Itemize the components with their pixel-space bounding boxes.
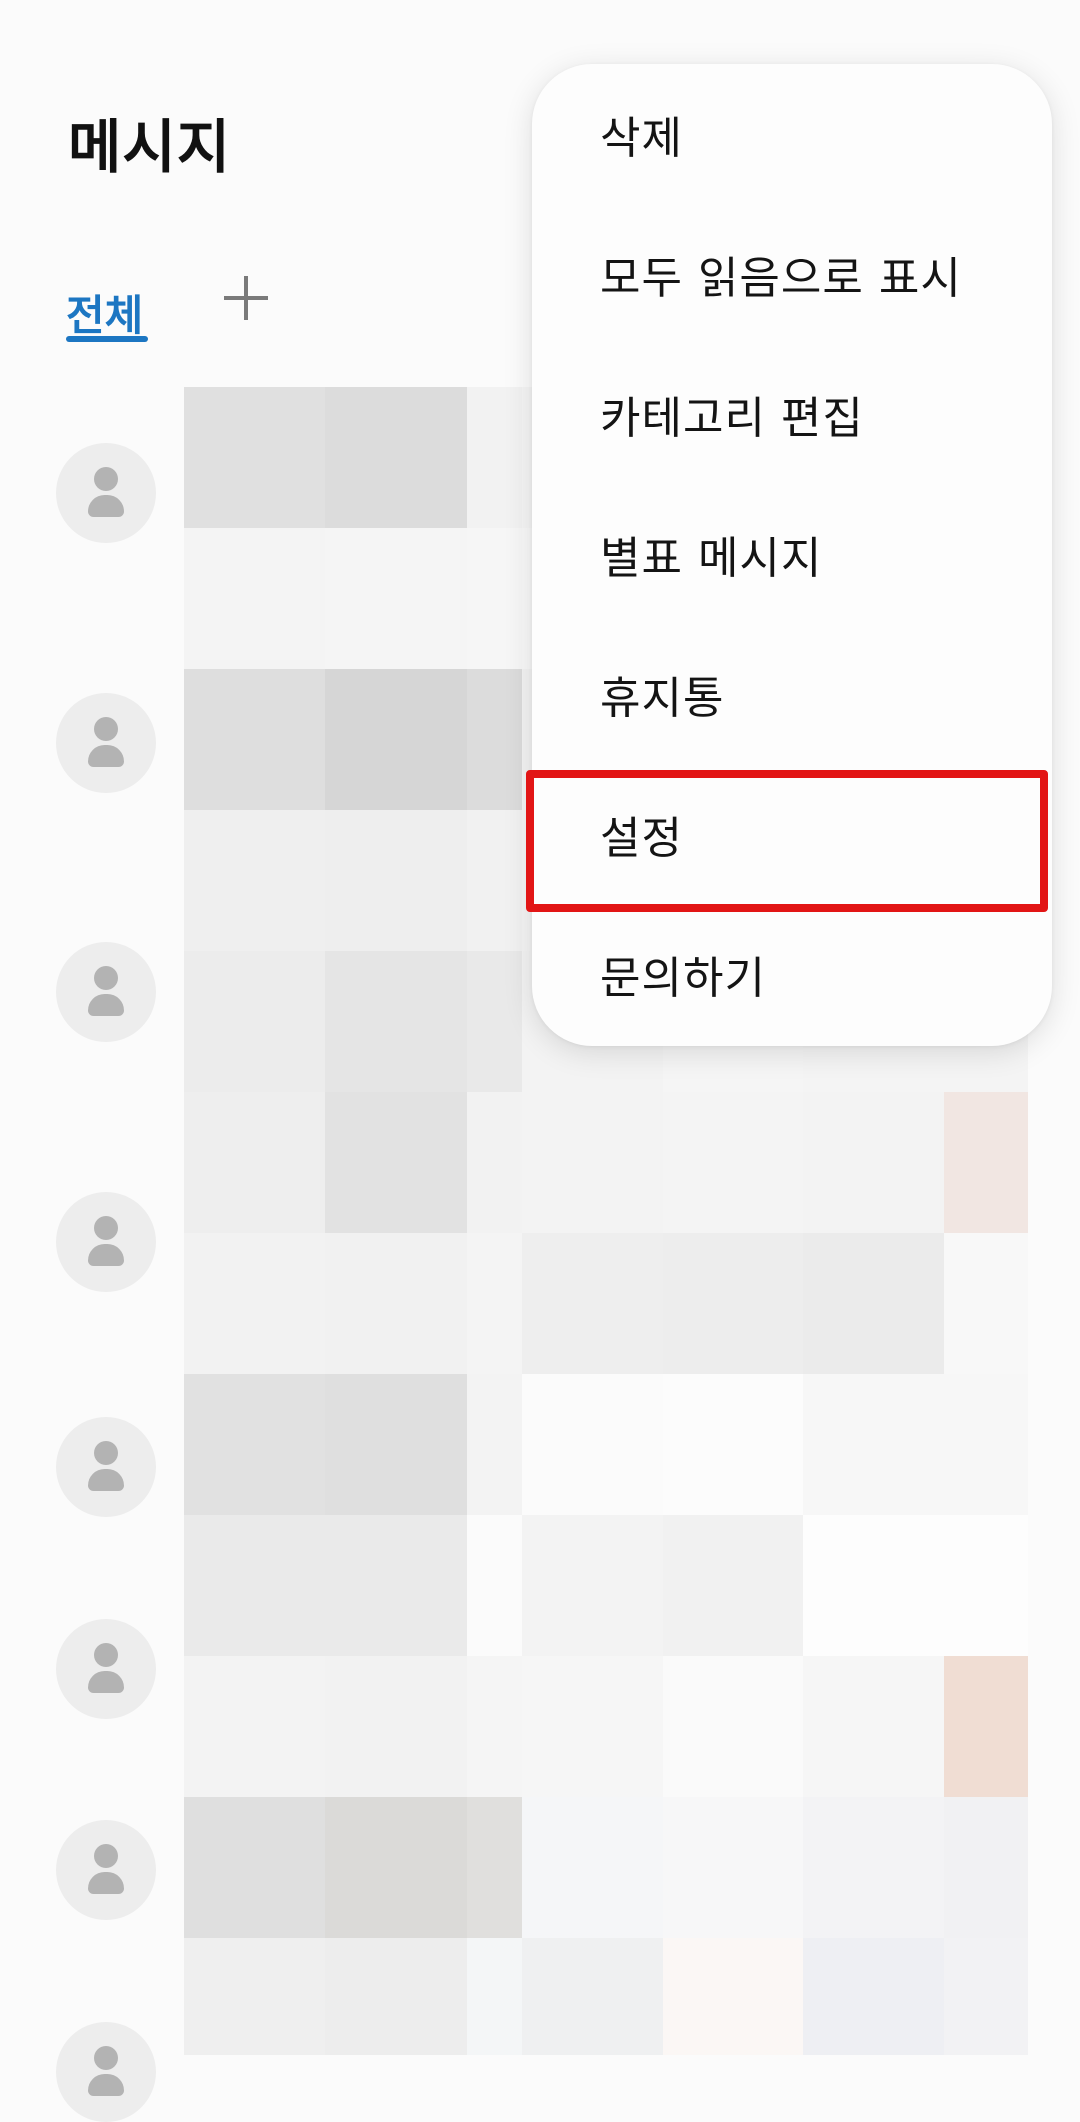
page-title: 메시지 [68, 113, 232, 181]
blur-block [184, 1233, 325, 1374]
blur-block [467, 1374, 522, 1515]
blur-block [325, 1374, 467, 1515]
blur-block [663, 1374, 803, 1515]
blur-block [184, 669, 325, 810]
contact-avatar[interactable] [56, 1619, 156, 1719]
blur-block [184, 1797, 325, 1938]
blur-block [467, 1656, 522, 1797]
blur-block [663, 1797, 803, 1938]
person-icon [94, 717, 118, 741]
blur-block [184, 1374, 325, 1515]
blur-block [522, 1233, 663, 1374]
tab-all-indicator [66, 336, 148, 342]
blur-block [944, 1515, 1028, 1656]
contact-avatar[interactable] [56, 443, 156, 543]
blur-block [467, 669, 522, 810]
blur-block [325, 1938, 467, 2055]
person-icon [94, 467, 118, 491]
blur-block [325, 669, 467, 810]
blur-block [184, 1092, 325, 1233]
blur-block [184, 1656, 325, 1797]
blur-block [467, 1938, 522, 2055]
person-icon [94, 966, 118, 990]
blur-block [803, 1374, 944, 1515]
blur-block [325, 1233, 467, 1374]
blur-block [325, 528, 467, 669]
blur-block [944, 1374, 1028, 1515]
contact-avatar[interactable] [56, 693, 156, 793]
blur-block [803, 1797, 944, 1938]
blur-block [184, 528, 325, 669]
person-icon [94, 1441, 118, 1465]
blur-block [522, 1797, 663, 1938]
person-icon [94, 1643, 118, 1667]
blur-block [663, 1656, 803, 1797]
menu-item-contact-us[interactable]: 문의하기 [600, 904, 1030, 1044]
person-icon [94, 1216, 118, 1240]
tab-all[interactable]: 전체 [66, 282, 143, 343]
contact-avatar[interactable] [56, 1417, 156, 1517]
person-icon [94, 1844, 118, 1868]
blur-block [184, 1515, 325, 1656]
blur-block [522, 1656, 663, 1797]
blur-block [663, 1092, 803, 1233]
blur-block [467, 528, 522, 669]
contact-avatar[interactable] [56, 1820, 156, 1920]
blur-block [325, 951, 467, 1092]
highlight-box [526, 770, 1048, 912]
blur-block [522, 1515, 663, 1656]
blur-block [325, 1656, 467, 1797]
blur-block [663, 1515, 803, 1656]
menu-item-trash[interactable]: 휴지통 [600, 624, 1030, 764]
blur-block [944, 1797, 1028, 1938]
blur-block [467, 1797, 522, 1938]
person-icon [94, 2046, 118, 2070]
blur-block [944, 1092, 1028, 1233]
plus-icon[interactable] [220, 272, 272, 324]
menu-item-edit-categories[interactable]: 카테고리 편집 [600, 344, 1030, 484]
blur-block [184, 810, 325, 951]
blur-block [522, 1374, 663, 1515]
blur-block [663, 1233, 803, 1374]
blur-block [467, 387, 522, 528]
blur-block [325, 1092, 467, 1233]
blur-block [944, 1656, 1028, 1797]
menu-item-starred-messages[interactable]: 별표 메시지 [600, 484, 1030, 624]
blur-block [522, 1938, 663, 2055]
blur-block [325, 810, 467, 951]
blur-block [467, 1233, 522, 1374]
menu-item-delete[interactable]: 삭제 [600, 64, 1030, 204]
blur-block [184, 1938, 325, 2055]
contact-avatar[interactable] [56, 942, 156, 1042]
blur-block [803, 1656, 944, 1797]
blur-block [467, 951, 522, 1092]
contact-avatar[interactable] [56, 2022, 156, 2122]
blur-block [325, 387, 467, 528]
blur-block [184, 951, 325, 1092]
blur-block [184, 387, 325, 528]
blur-block [325, 1515, 467, 1656]
blur-block [803, 1092, 944, 1233]
blur-block [467, 1515, 522, 1656]
blur-block [663, 1938, 803, 2055]
blur-block [467, 810, 522, 951]
blur-block [325, 1797, 467, 1938]
contact-avatar[interactable] [56, 1192, 156, 1292]
blur-block [944, 1938, 1028, 2055]
blur-block [467, 1092, 522, 1233]
blur-block [944, 1233, 1028, 1374]
blur-block [803, 1938, 944, 2055]
menu-item-mark-all-read[interactable]: 모두 읽음으로 표시 [600, 204, 1030, 344]
blur-block [803, 1233, 944, 1374]
blur-block [522, 1092, 663, 1233]
blur-block [803, 1515, 944, 1656]
